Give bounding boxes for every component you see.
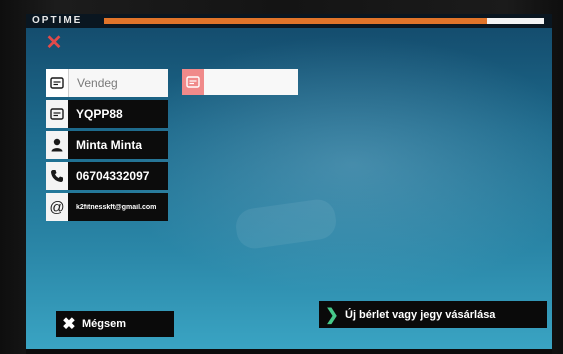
person-icon <box>46 131 68 159</box>
progress-bar <box>104 18 544 24</box>
buy-pass-button-label: Új bérlet vagy jegy vásárlása <box>345 308 496 321</box>
name-value: Minta Minta <box>76 138 142 152</box>
guest-field[interactable]: Vendeg <box>46 69 168 97</box>
phone-field[interactable]: 06704332097 <box>46 162 168 190</box>
cancel-button-label: Mégsem <box>82 318 127 330</box>
extra-card-field[interactable] <box>182 69 298 95</box>
guest-field-label: Vendeg <box>77 76 118 90</box>
app-logo: OPTIME <box>32 15 83 26</box>
close-icon: ✖ <box>62 316 76 333</box>
name-field[interactable]: Minta Minta <box>46 131 168 159</box>
close-icon[interactable]: ✕ <box>44 33 64 53</box>
screen-glare <box>233 197 339 251</box>
email-field[interactable]: @ k2fitnesskft@gmail.com <box>46 193 168 221</box>
email-value: k2fitnesskft@gmail.com <box>76 203 157 211</box>
at-icon: @ <box>46 193 68 221</box>
phone-icon <box>46 162 68 190</box>
buy-pass-button[interactable]: ❯ Új bérlet vagy jegy vásárlása <box>319 301 547 328</box>
cancel-button[interactable]: ✖ Mégsem <box>56 311 174 337</box>
chevron-right-icon: ❯ <box>325 306 339 324</box>
kiosk-screen: OPTIME ✕ Vendeg YQPP88 Minta Minta 06704… <box>26 14 552 349</box>
progress-fill <box>104 18 487 24</box>
card-code-field[interactable]: YQPP88 <box>46 100 168 128</box>
card-icon <box>46 69 69 97</box>
card-icon <box>182 69 204 95</box>
card-code-value: YQPP88 <box>76 107 123 121</box>
phone-value: 06704332097 <box>76 169 150 183</box>
top-bar: OPTIME <box>26 14 552 28</box>
bezel-bottom <box>26 349 552 354</box>
card-icon <box>46 100 68 128</box>
